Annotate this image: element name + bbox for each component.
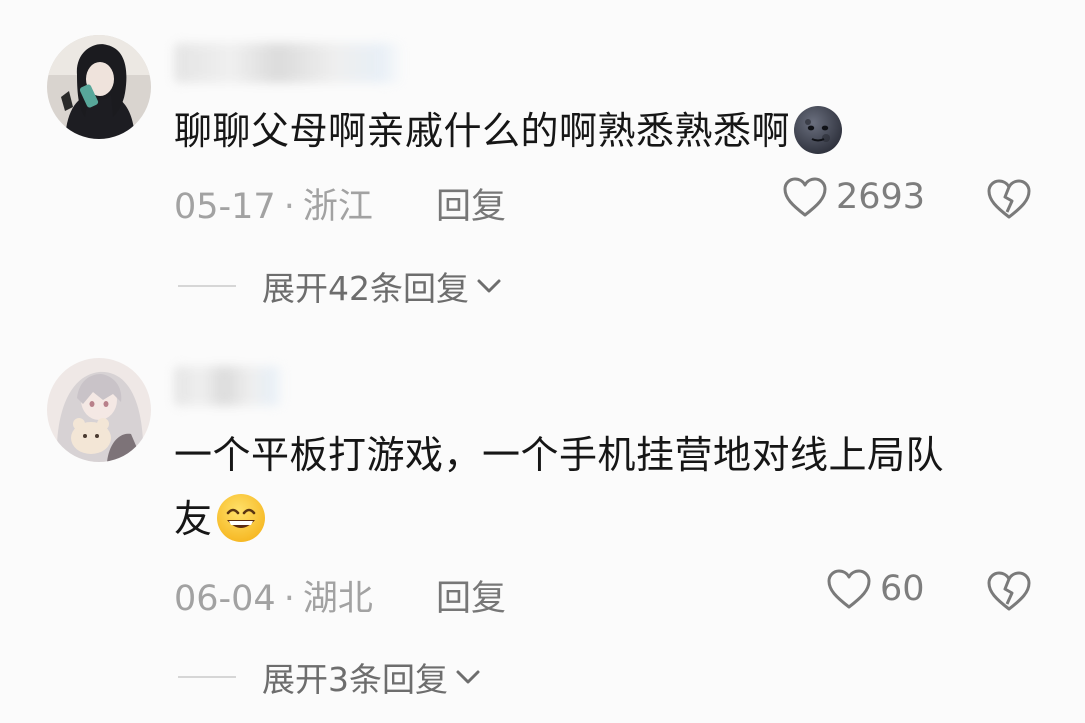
- reply-button[interactable]: 回复: [436, 178, 506, 229]
- comment-location: 湖北: [302, 579, 373, 619]
- comment-text-content: 聊聊父母啊亲戚什么的啊熟悉熟悉啊: [174, 109, 791, 153]
- expand-replies-label: 展开3条回复: [262, 660, 448, 699]
- chevron-down-icon: [456, 670, 480, 684]
- comment-text-second-line: 友: [174, 490, 267, 548]
- comment-meta: 06-04 · 湖北 回复: [174, 570, 506, 621]
- like-count: 60: [880, 569, 925, 609]
- heart-outline-icon: [827, 569, 871, 609]
- divider-line: [178, 676, 236, 678]
- grinning-squinting-face-emoji-icon: [216, 494, 265, 542]
- divider-line: [178, 285, 236, 287]
- username-blurred[interactable]: [174, 43, 404, 83]
- like-button[interactable]: 2693: [782, 176, 925, 218]
- new-moon-face-emoji-icon: [794, 106, 843, 154]
- meta-separator: ·: [283, 579, 295, 619]
- comment-text-line2: 友: [174, 497, 213, 541]
- user-avatar[interactable]: [47, 358, 151, 462]
- comment-date: 06-04: [174, 579, 276, 619]
- expand-replies-button[interactable]: 展开42条回复: [178, 262, 503, 310]
- broken-heart-outline-icon: [987, 571, 1031, 611]
- expand-replies-button[interactable]: 展开3条回复: [178, 653, 482, 701]
- expand-replies-label: 展开42条回复: [262, 269, 469, 308]
- chevron-down-icon: [477, 279, 501, 293]
- like-button[interactable]: 60: [826, 568, 925, 610]
- comment-text: 一个平板打游戏，一个手机挂营地对线上局队: [174, 426, 944, 484]
- comment-date: 05-17: [174, 187, 276, 227]
- comment-text-line1: 一个平板打游戏，一个手机挂营地对线上局队: [174, 433, 945, 477]
- comment-meta: 05-17 · 浙江 回复: [174, 178, 506, 229]
- meta-separator: ·: [283, 187, 295, 227]
- user-avatar[interactable]: [47, 35, 151, 139]
- dislike-button[interactable]: [986, 570, 1032, 616]
- comment-text: 聊聊父母啊亲戚什么的啊熟悉熟悉啊: [174, 102, 844, 160]
- broken-heart-outline-icon: [987, 179, 1031, 219]
- heart-outline-icon: [783, 177, 827, 217]
- comment-location: 浙江: [302, 187, 373, 227]
- username-blurred[interactable]: [174, 366, 284, 406]
- dislike-button[interactable]: [986, 178, 1032, 224]
- reply-button[interactable]: 回复: [436, 570, 506, 621]
- like-count: 2693: [836, 177, 926, 217]
